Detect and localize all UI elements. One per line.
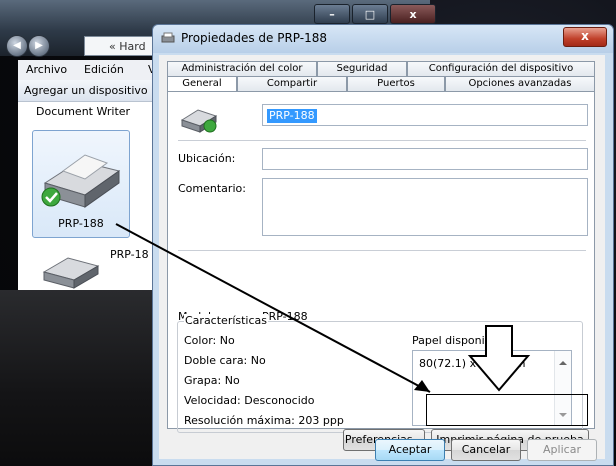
- feature-duplex: Doble cara: No: [184, 354, 266, 367]
- paper-item[interactable]: 80(72.1) x 297 mm: [419, 357, 526, 370]
- printer-icon-secondary: [42, 257, 100, 289]
- tabs-front-row: General Compartir Puertos Opciones avanz…: [167, 76, 595, 91]
- devices-pane: Document Writer PRP-188 PRP-18: [18, 102, 160, 290]
- forward-arrow-icon[interactable]: ▶: [28, 35, 50, 57]
- second-printer-label[interactable]: PRP-18: [110, 248, 149, 261]
- printer-icon-general: [180, 109, 218, 133]
- dialog-titlebar: Propiedades de PRP-188 x: [153, 25, 613, 53]
- highlight-frame: [426, 394, 588, 426]
- ok-button[interactable]: Aceptar: [375, 439, 445, 461]
- close-button[interactable]: x: [390, 4, 436, 24]
- printer-name-field[interactable]: PRP-188: [262, 104, 588, 126]
- add-device-command[interactable]: Agregar un dispositivo: [18, 80, 160, 102]
- tab-compartir[interactable]: Compartir: [237, 76, 347, 91]
- tab-configuracion-dispositivo[interactable]: Configuración del dispositivo: [407, 61, 595, 76]
- menu-bar: Archivo Edición V: [18, 60, 160, 81]
- feature-resolution: Resolución máxima: 203 ppp: [184, 414, 344, 427]
- document-writer-item[interactable]: Document Writer: [36, 105, 130, 118]
- comment-label: Comentario:: [178, 182, 246, 195]
- separator: [178, 140, 586, 141]
- back-arrow-icon[interactable]: ◀: [6, 35, 28, 57]
- paper-available-label: Papel disponible:: [412, 334, 506, 347]
- address-bar-text: « Hard: [109, 40, 146, 53]
- menu-archivo[interactable]: Archivo: [26, 63, 67, 76]
- feature-staple: Grapa: No: [184, 374, 240, 387]
- tab-puertos[interactable]: Puertos: [347, 76, 445, 91]
- menu-edicion[interactable]: Edición: [84, 63, 124, 76]
- tab-seguridad[interactable]: Seguridad: [317, 61, 407, 76]
- dark-background-pane: [0, 290, 160, 464]
- printer-tile-selected[interactable]: PRP-188: [32, 130, 130, 238]
- tab-administracion-color[interactable]: Administración del color: [167, 61, 317, 76]
- dialog-close-button[interactable]: x: [563, 27, 607, 47]
- cancel-button[interactable]: Cancelar: [451, 439, 521, 461]
- minimize-button[interactable]: –: [314, 4, 350, 24]
- feature-color: Color: No: [184, 334, 235, 347]
- feature-speed: Velocidad: Desconocido: [184, 394, 315, 407]
- location-label: Ubicación:: [178, 152, 236, 165]
- maximize-button[interactable]: □: [352, 4, 388, 24]
- location-field[interactable]: [262, 148, 588, 170]
- scroll-up-icon[interactable]: [559, 361, 567, 365]
- dialog-title: Propiedades de PRP-188: [181, 31, 328, 45]
- separator: [178, 250, 586, 251]
- tabs-back-row: Administración del color Seguridad Confi…: [167, 61, 595, 76]
- features-title: Características: [184, 314, 269, 327]
- explorer-window-controls: – □ x: [314, 4, 436, 24]
- tab-opciones-avanzadas[interactable]: Opciones avanzadas: [445, 76, 595, 91]
- printer-icon: [41, 154, 121, 208]
- printer-small-icon: [161, 32, 175, 43]
- printer-tile-label: PRP-188: [58, 217, 104, 230]
- tab-general[interactable]: General: [167, 76, 237, 91]
- apply-button[interactable]: Aplicar: [527, 439, 597, 461]
- comment-field[interactable]: [262, 178, 588, 236]
- printer-name-value: PRP-188: [267, 109, 317, 123]
